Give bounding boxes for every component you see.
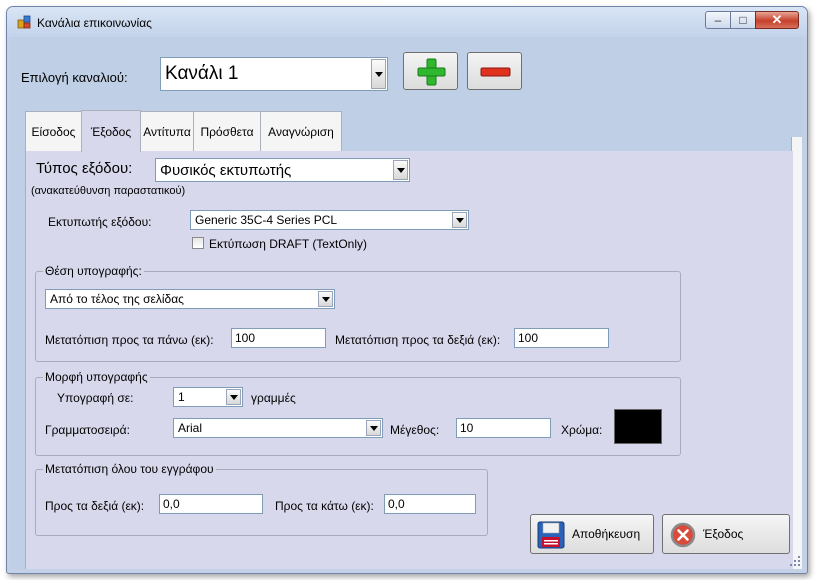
output-type-select[interactable]: Φυσικός εκτυπωτής bbox=[155, 158, 410, 182]
chevron-down-icon[interactable] bbox=[226, 389, 241, 405]
doc-right-field[interactable] bbox=[160, 495, 262, 513]
tab-input[interactable]: Είσοδος bbox=[25, 111, 82, 151]
save-button-label: Αποθήκευση bbox=[572, 527, 641, 541]
tab-output[interactable]: Έξοδος bbox=[81, 110, 141, 152]
font-select[interactable]: Arial bbox=[173, 418, 383, 438]
draft-label: Εκτύπωση DRAFT (TextOnly) bbox=[209, 237, 367, 251]
exit-button-label: Έξοδος bbox=[703, 527, 744, 541]
resize-grip-icon[interactable] bbox=[789, 555, 801, 567]
maximize-icon: □ bbox=[739, 13, 747, 27]
floppy-disk-icon bbox=[537, 521, 565, 549]
tab-extras[interactable]: Πρόσθετα bbox=[193, 111, 261, 151]
tab-identification[interactable]: Αναγνώριση bbox=[260, 111, 342, 151]
redirect-note: (ανακατεύθυνση παραστατικού) bbox=[31, 185, 186, 197]
tab-copies[interactable]: Αντίτυπα bbox=[140, 111, 194, 151]
output-type-label: Τύπος εξόδου: bbox=[36, 160, 133, 177]
draft-checkbox[interactable] bbox=[192, 237, 204, 249]
offset-up-input[interactable] bbox=[231, 328, 326, 348]
output-type-value: Φυσικός εκτυπωτής bbox=[160, 161, 292, 179]
window-title: Κανάλια επικοινωνίας bbox=[37, 16, 152, 30]
cancel-icon bbox=[670, 522, 696, 548]
color-swatch[interactable] bbox=[614, 409, 662, 444]
lines-unit-label: γραμμές bbox=[251, 391, 296, 405]
close-icon: ✕ bbox=[771, 12, 783, 27]
chevron-down-icon[interactable] bbox=[371, 59, 386, 89]
plus-icon bbox=[417, 58, 446, 86]
window-body: Επιλογή καναλιού: Κανάλι 1 Είσοδος Έξοδο… bbox=[11, 37, 803, 569]
offset-up-label: Μετατόπιση προς τα πάνω (εκ): bbox=[45, 333, 214, 347]
signature-position-title: Θέση υπογραφής: bbox=[43, 264, 144, 278]
save-button[interactable]: Αποθήκευση bbox=[530, 514, 654, 554]
output-printer-label: Εκτυπωτής εξόδου: bbox=[48, 215, 152, 229]
signature-format-group: Μορφή υπογραφής Υπογραφή σε: 1 γραμμές Γ… bbox=[35, 370, 681, 456]
close-button[interactable]: ✕ bbox=[755, 11, 799, 29]
add-channel-button[interactable] bbox=[403, 52, 458, 90]
offset-right-input[interactable] bbox=[514, 328, 609, 348]
size-label: Μέγεθος: bbox=[390, 423, 440, 437]
doc-down-label: Προς τα κάτω (εκ): bbox=[275, 499, 374, 513]
chevron-down-icon[interactable] bbox=[452, 212, 467, 228]
doc-down-input[interactable] bbox=[384, 494, 476, 514]
offset-up-field[interactable] bbox=[232, 329, 325, 347]
document-offset-title: Μετατόπιση όλου του εγγράφου bbox=[43, 462, 216, 476]
output-printer-value: Generic 35C-4 Series PCL bbox=[195, 213, 338, 227]
doc-right-input[interactable] bbox=[159, 494, 263, 514]
signature-format-title: Μορφή υπογραφής bbox=[43, 370, 150, 384]
font-label: Γραμματοσειρά: bbox=[45, 423, 130, 437]
doc-down-field[interactable] bbox=[385, 495, 475, 513]
app-icon bbox=[17, 15, 31, 29]
signature-lines-select[interactable]: 1 bbox=[173, 387, 243, 407]
document-offset-group: Μετατόπιση όλου του εγγράφου Προς τα δεξ… bbox=[35, 462, 488, 536]
size-field[interactable] bbox=[457, 419, 550, 437]
sign-on-label: Υπογραφή σε: bbox=[57, 391, 134, 405]
font-value: Arial bbox=[178, 421, 203, 435]
title-bar: Κανάλια επικοινωνίας – □ ✕ bbox=[7, 7, 807, 37]
remove-channel-button[interactable] bbox=[467, 52, 522, 90]
channels-window: Κανάλια επικοινωνίας – □ ✕ Επιλογή καναλ… bbox=[6, 6, 808, 574]
chevron-down-icon[interactable] bbox=[393, 160, 408, 180]
channel-select[interactable]: Κανάλι 1 bbox=[160, 57, 388, 91]
channel-select-value: Κανάλι 1 bbox=[165, 63, 239, 84]
size-input[interactable] bbox=[456, 418, 551, 438]
color-label: Χρώμα: bbox=[561, 423, 603, 437]
chevron-down-icon[interactable] bbox=[366, 420, 381, 436]
doc-right-label: Προς τα δεξιά (εκ): bbox=[45, 499, 145, 513]
output-printer-select[interactable]: Generic 35C-4 Series PCL bbox=[190, 210, 469, 230]
channel-label: Επιλογή καναλιού: bbox=[21, 70, 128, 85]
signature-lines-value: 1 bbox=[178, 390, 185, 404]
chevron-down-icon[interactable] bbox=[318, 291, 333, 307]
maximize-button[interactable]: □ bbox=[730, 11, 756, 29]
minimize-button[interactable]: – bbox=[705, 11, 731, 29]
offset-right-label: Μετατόπιση προς τα δεξιά (εκ): bbox=[335, 333, 501, 347]
minimize-icon: – bbox=[714, 13, 722, 27]
signature-mode-value: Από το τέλος της σελίδας bbox=[50, 292, 184, 306]
exit-button[interactable]: Έξοδος bbox=[662, 514, 790, 554]
minus-icon bbox=[480, 67, 511, 77]
signature-mode-select[interactable]: Από το τέλος της σελίδας bbox=[45, 289, 335, 309]
output-tab-panel: Τύπος εξόδου: Φυσικός εκτυπωτής (ανακατε… bbox=[25, 151, 793, 569]
signature-position-group: Θέση υπογραφής: Από το τέλος της σελίδας… bbox=[35, 264, 681, 362]
offset-right-field[interactable] bbox=[515, 329, 608, 347]
